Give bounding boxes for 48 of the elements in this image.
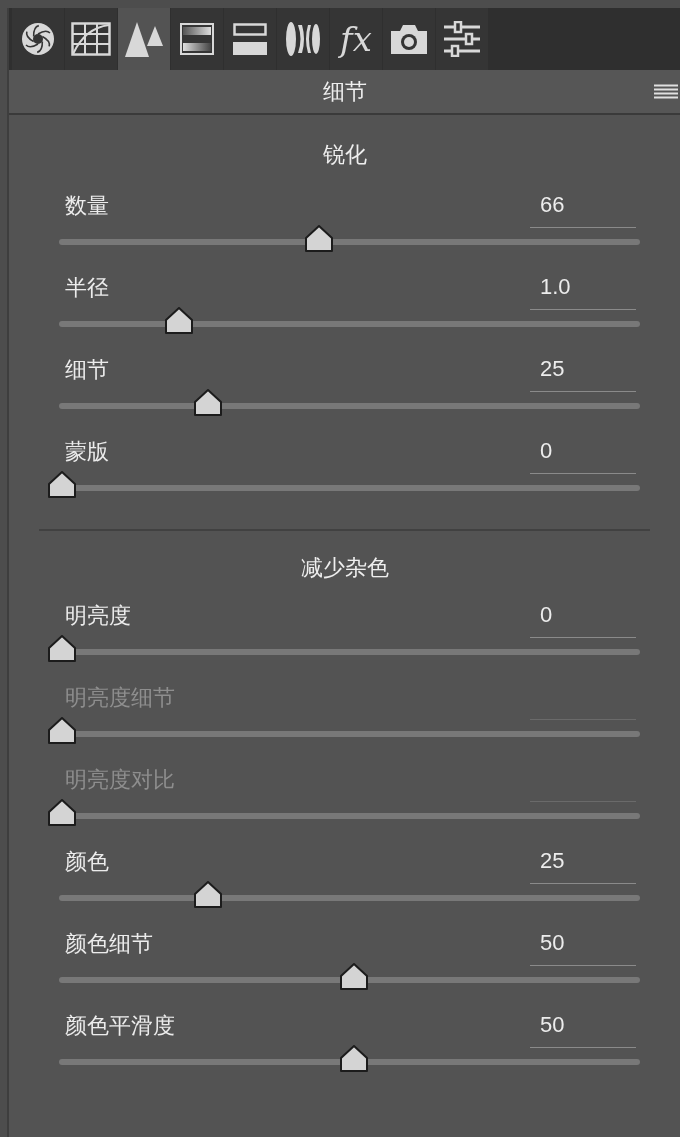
panel-title: 细节	[322, 78, 367, 106]
tool-tab[interactable]	[12, 8, 64, 70]
section-title: 锐化	[322, 141, 367, 169]
curve-grid-icon	[71, 22, 111, 56]
value-field[interactable]: 66	[530, 182, 636, 228]
tool-tab[interactable]	[65, 8, 117, 70]
slider-label: 明亮度对比	[65, 765, 176, 794]
peaks-icon	[125, 20, 163, 58]
slider-label: 细节	[65, 355, 110, 384]
slider-label: 颜色	[65, 847, 110, 876]
slider-label: 颜色细节	[65, 929, 154, 958]
value-field[interactable]: 0	[530, 428, 636, 474]
gradient-bars-icon	[180, 23, 214, 55]
slider-thumb[interactable]	[304, 225, 333, 252]
camera-icon	[389, 23, 429, 55]
tool-tab[interactable]	[436, 8, 488, 70]
value-field[interactable]: 0	[530, 592, 636, 638]
slider-thumb[interactable]	[340, 963, 368, 990]
slider-thumb[interactable]	[48, 635, 76, 662]
tool-tab[interactable]	[118, 8, 170, 70]
slider-thumb[interactable]	[194, 881, 222, 908]
tool-tab[interactable]	[277, 8, 329, 70]
tool-tab[interactable]	[383, 8, 435, 70]
slider-label: 半径	[65, 273, 110, 302]
slider-label: 颜色平滑度	[65, 1011, 176, 1040]
tool-tab[interactable]: fx	[330, 8, 382, 70]
tool-tab[interactable]	[171, 8, 223, 70]
sliders-icon	[444, 21, 480, 57]
lens-icon	[285, 21, 321, 57]
value-field[interactable]: 1.0	[530, 264, 636, 310]
menu-icon[interactable]	[654, 84, 678, 100]
slider-thumb[interactable]	[48, 471, 76, 498]
tool-tab[interactable]	[224, 8, 276, 70]
split-bars-icon	[233, 23, 267, 55]
value-field[interactable]: 25	[530, 838, 636, 884]
aperture-icon	[20, 21, 56, 57]
slider-thumb[interactable]	[340, 1045, 368, 1072]
slider-thumb[interactable]	[194, 389, 222, 416]
section-title: 减少杂色	[300, 554, 389, 582]
value-field[interactable]: 50	[530, 920, 636, 966]
fx-icon: fx	[340, 22, 372, 56]
slider-thumb[interactable]	[164, 307, 193, 334]
value-field[interactable]: 25	[530, 346, 636, 392]
slider-label: 蒙版	[65, 437, 110, 466]
slider-label: 数量	[65, 191, 110, 220]
value-field[interactable]: 50	[530, 1002, 636, 1048]
slider-label: 明亮度	[65, 601, 132, 630]
slider-label: 明亮度细节	[65, 683, 176, 712]
